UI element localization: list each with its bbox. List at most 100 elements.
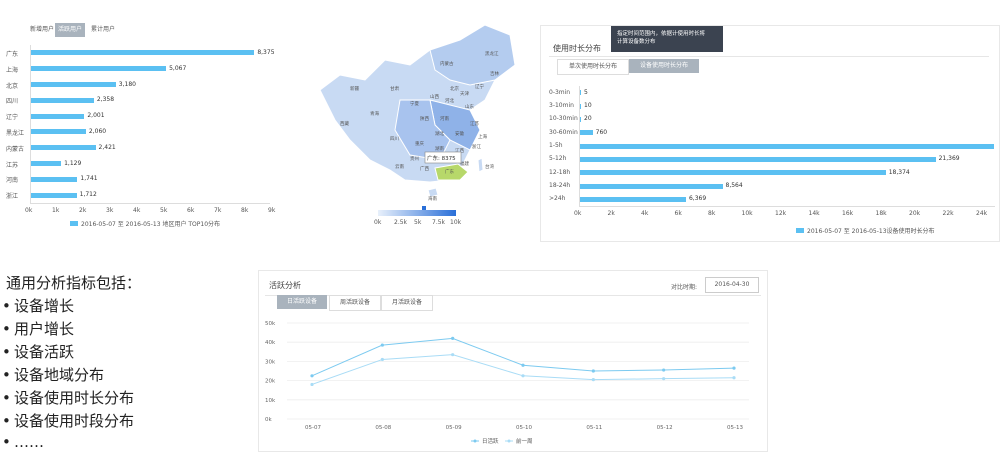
x-axis-line bbox=[30, 203, 270, 204]
province-label: 云南 bbox=[395, 163, 404, 170]
province-label: 福建 bbox=[460, 160, 469, 167]
y-tick-label: 30k bbox=[265, 359, 276, 365]
value-label: 2,060 bbox=[88, 127, 107, 135]
y-tick-label: 40k bbox=[265, 340, 276, 346]
legend-label: 日活跃 bbox=[482, 437, 499, 445]
x-tick-label: 4k bbox=[641, 210, 649, 217]
map-scale-label: 2.5k bbox=[394, 219, 408, 226]
x-tick-label: 05-09 bbox=[446, 425, 462, 431]
x-tick-label: 12k bbox=[775, 210, 787, 217]
map-scale-handle[interactable] bbox=[422, 206, 426, 210]
summary-item: • 用户增长 bbox=[2, 320, 75, 338]
series-line bbox=[311, 337, 735, 377]
category-label: 5-12h bbox=[549, 155, 567, 163]
category-label: 河南 bbox=[6, 177, 19, 185]
summary-item: • 设备地域分布 bbox=[2, 366, 105, 384]
province-label: 辽宁 bbox=[475, 83, 484, 90]
summary-item: • 设备增长 bbox=[2, 297, 75, 315]
province-label: 江苏 bbox=[470, 120, 479, 127]
data-point bbox=[380, 357, 384, 362]
province-label: 四川 bbox=[390, 136, 399, 142]
value-label: 1,741 bbox=[80, 175, 98, 183]
legend-marker bbox=[507, 439, 511, 443]
summary-item: • 设备使用时长分布 bbox=[2, 389, 135, 407]
bar bbox=[580, 90, 581, 96]
category-label: 辽宁 bbox=[6, 114, 19, 122]
province-label: 湖北 bbox=[435, 130, 444, 137]
bar bbox=[580, 130, 593, 136]
province-label: 广东 bbox=[445, 168, 454, 175]
bar bbox=[31, 82, 116, 87]
province-label: 湖南 bbox=[435, 145, 444, 152]
province-label: 山西 bbox=[430, 93, 439, 100]
province-label: 广西 bbox=[420, 165, 429, 172]
y-tick-label: 10k bbox=[265, 398, 276, 404]
activity-line-chart: 0k 10k 20k 30k 40k 50k 05-07 05-08 05-09 05-10 05-… bbox=[265, 321, 749, 445]
legend-swatch bbox=[70, 221, 78, 226]
china-map-svg: 新疆西藏 青海 甘肃 内蒙古 黑龙江吉林辽宁宁夏 山西河北 北京天津山东陕西 河南江苏四川 湖北… bbox=[319, 24, 516, 202]
summary-heading: 通用分析指标包括： bbox=[6, 274, 142, 292]
province-label: 西藏 bbox=[340, 120, 349, 127]
x-tick-label: 5k bbox=[160, 207, 168, 214]
province-label: 上海 bbox=[478, 133, 487, 140]
region-legend: 2016-05-07 至 2016-05-13 地区用户 TOP10分布 bbox=[70, 219, 220, 228]
province-label: 浙江 bbox=[472, 143, 481, 150]
data-point bbox=[310, 374, 314, 378]
x-tick-label: 8k bbox=[708, 210, 716, 217]
map-scale-label: 10k bbox=[450, 219, 462, 226]
bar bbox=[31, 50, 255, 56]
province-label: 宁夏 bbox=[410, 100, 419, 107]
x-tick-label: 0k bbox=[25, 207, 33, 214]
province-label: 山东 bbox=[465, 103, 474, 110]
bar bbox=[580, 156, 936, 162]
data-point bbox=[662, 377, 666, 381]
province-label: 河北 bbox=[445, 97, 454, 104]
value-label: 1,712 bbox=[79, 191, 97, 199]
legend-swatch bbox=[796, 228, 804, 233]
province-label: 台湾 bbox=[485, 163, 494, 170]
x-tick-label: 0k bbox=[574, 210, 582, 217]
activity-panel: 活跃分析 对比时期: 2016-04-30 日活跃设备 周活跃设备 月活跃设备 … bbox=[258, 270, 768, 452]
value-label: 18,374 bbox=[888, 168, 910, 176]
china-map: 新疆 西藏 青海 甘肃 内蒙古 黑龙江 吉林 辽宁 宁夏 山西 河北 北京 天津 山东 陕西 河南 江苏 四川 湖北… bbox=[310, 20, 530, 235]
x-tick-label: 05-13 bbox=[727, 425, 743, 431]
value-label: 3,180 bbox=[118, 80, 136, 88]
value-label: 2,358 bbox=[96, 96, 115, 104]
x-tick-label: 3k bbox=[106, 207, 114, 214]
value-label: 760 bbox=[595, 128, 608, 136]
map-tooltip-text: 广东: 8375 bbox=[427, 154, 456, 162]
bar bbox=[31, 113, 85, 119]
data-point bbox=[380, 343, 384, 347]
x-tick-label: 1k bbox=[52, 207, 60, 214]
map-scale-label: 7.5k bbox=[432, 219, 446, 226]
value-label: 10 bbox=[584, 102, 592, 109]
category-label: 浙江 bbox=[6, 193, 19, 201]
bar bbox=[31, 192, 77, 198]
value-label: 2,421 bbox=[98, 143, 116, 151]
value-label: 1,129 bbox=[64, 159, 82, 167]
province-label: 安徽 bbox=[455, 130, 464, 137]
province-label: 河南 bbox=[440, 115, 449, 122]
province-label: 贵州 bbox=[410, 155, 419, 162]
value-label: 21,369 bbox=[938, 155, 960, 163]
map-scale bbox=[378, 210, 456, 216]
summary-item: • 设备活跃 bbox=[2, 343, 75, 361]
duration-bar-chart: 0-3min 5 3-10min 10 10-30min 20 30-60min 760 1-5… bbox=[541, 26, 999, 241]
x-tick-label: 05-08 bbox=[375, 425, 391, 431]
data-point bbox=[732, 366, 736, 370]
summary-item-text: 设备增长 bbox=[14, 297, 75, 315]
bar bbox=[580, 103, 581, 109]
bar bbox=[580, 143, 995, 149]
province-label: 陕西 bbox=[420, 115, 429, 122]
x-tick-label: 20k bbox=[909, 210, 921, 217]
category-label: 广东 bbox=[6, 50, 19, 58]
summary-item: • 设备使用时段分布 bbox=[2, 412, 135, 430]
x-tick-label: 05-12 bbox=[657, 425, 673, 431]
province-label: 新疆 bbox=[350, 85, 359, 92]
x-tick-label: 05-07 bbox=[305, 425, 321, 431]
summary-list: 通用分析指标包括： • 设备增长 • 用户增长 • 设备活跃 • 设备地域分布 • 设备使… bbox=[0, 268, 250, 473]
category-label: 江苏 bbox=[6, 161, 19, 169]
x-tick-label: 10k bbox=[741, 210, 753, 217]
region-legend-text: 2016-05-07 至 2016-05-13 地区用户 TOP10分布 bbox=[81, 221, 221, 228]
province-label: 内蒙古 bbox=[440, 60, 454, 67]
